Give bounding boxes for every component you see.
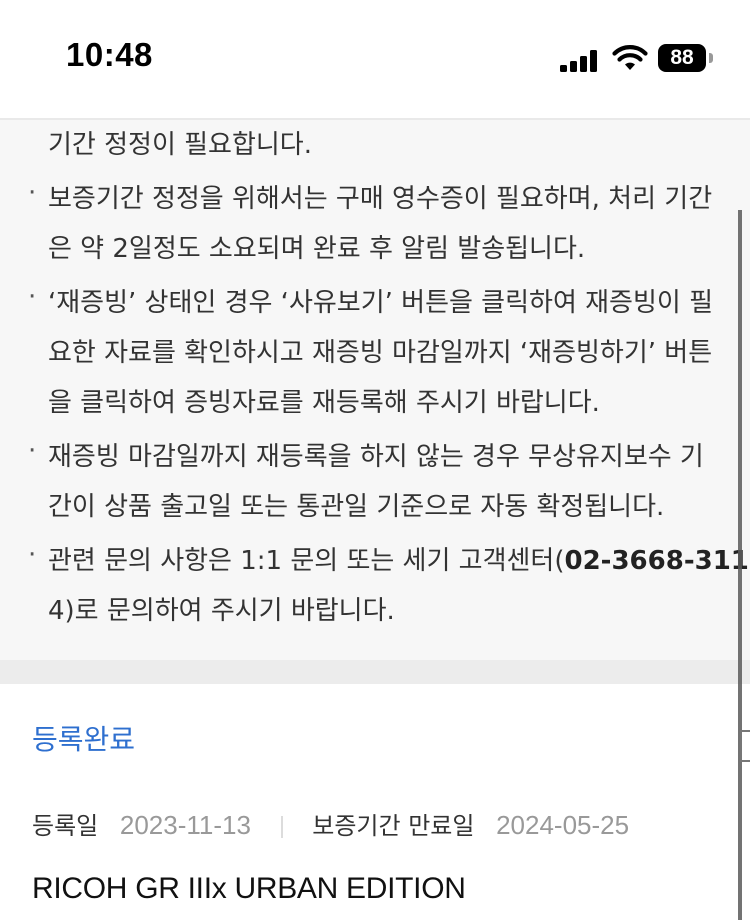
notice-line: 재증빙 마감일까지 재등록을 하지 않는 경우 무상유지보수 기 [48,442,704,472]
notice-line: 은 약 2일정도 소요되며 완료 후 알림 발송됩니다. [48,234,586,264]
status-bar: 10:48 88 [0,0,750,118]
registration-meta: 등록일 2023-11-13 보증기간 만료일 2024-05-25 [32,806,629,842]
registered-date-label: 등록일 [32,812,99,840]
notice-line: 기간 정정이 필요합니다. [48,130,312,160]
notice-section: 기간 정정이 필요합니다. · 보증기간 정정을 위해서는 구매 영수증이 필요… [0,120,750,660]
registration-status: 등록완료 [32,723,136,756]
bullet-dot: · [28,540,37,570]
scrollbar-handle[interactable] [740,730,750,762]
bullet-dot: · [28,282,37,312]
product-name[interactable]: RICOH GR IIIx URBAN EDITION [32,872,466,906]
battery-tip [709,53,713,63]
scrollbar[interactable] [738,210,742,920]
bullet-dot: · [28,436,37,466]
registered-date-value: 2023-11-13 [119,810,251,840]
customer-center-phone: 02-3668-311 [564,546,749,576]
battery-level: 88 [658,44,706,72]
bullet-dot: · [28,178,37,208]
notice-line: ‘재증빙’ 상태인 경우 ‘사유보기’ 버튼을 클릭하여 재증빙이 필 [48,288,713,318]
notice-line: 보증기간 정정을 위해서는 구매 영수증이 필요하며, 처리 기간 [48,184,713,214]
notice-line: 4)로 문의하여 주시기 바랍니다. [48,596,395,626]
section-divider [0,660,750,684]
notice-line-text: 관련 문의 사항은 1:1 문의 또는 세기 고객센터( [48,546,565,576]
cellular-signal-icon [560,50,597,72]
notice-line: 요한 자료를 확인하시고 재증빙 마감일까지 ‘재증빙하기’ 버튼 [48,338,713,368]
status-time: 10:48 [66,36,153,73]
notice-line: 을 클릭하여 증빙자료를 재등록해 주시기 바랍니다. [48,388,600,418]
wifi-icon [612,45,648,70]
warranty-expiry-value: 2024-05-25 [496,810,630,840]
notice-line: 간이 상품 출고일 또는 통관일 기준으로 자동 확정됩니다. [48,492,665,522]
notice-line: 관련 문의 사항은 1:1 문의 또는 세기 고객센터(02-3668-311 [48,536,749,586]
meta-separator [280,816,283,838]
warranty-expiry-label: 보증기간 만료일 [312,812,475,840]
battery-icon: 88 [658,44,714,74]
